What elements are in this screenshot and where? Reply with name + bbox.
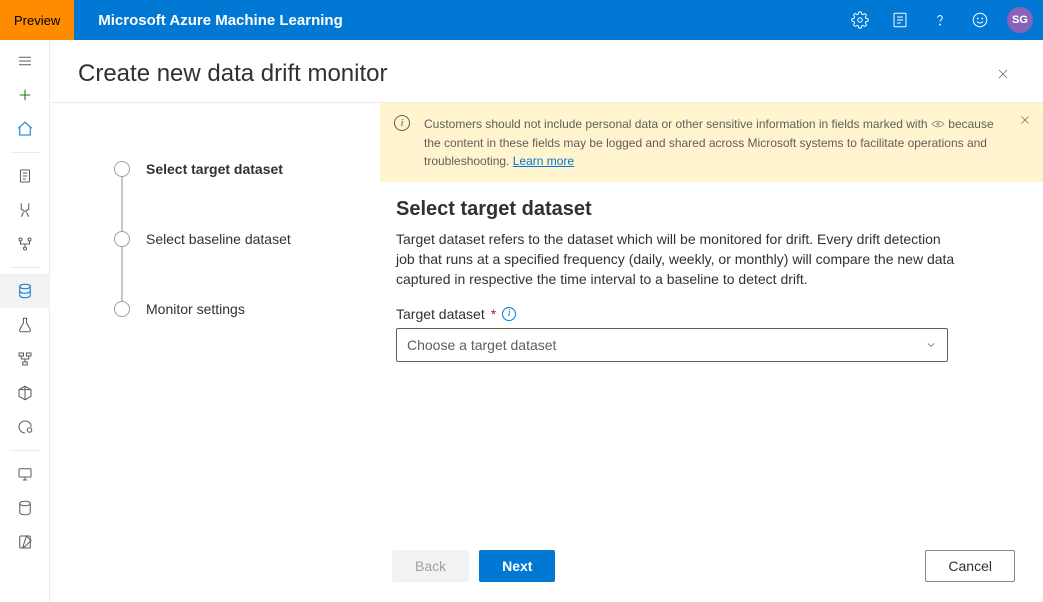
select-placeholder: Choose a target dataset xyxy=(407,337,556,353)
notice-banner: i Customers should not include personal … xyxy=(380,103,1043,182)
menu-icon[interactable] xyxy=(0,44,50,78)
step-circle-icon xyxy=(114,161,130,177)
section-title: Select target dataset xyxy=(396,198,1015,221)
home-icon[interactable] xyxy=(0,112,50,146)
panel: Create new data drift monitor Select tar… xyxy=(50,40,1043,602)
plus-icon[interactable] xyxy=(0,78,50,112)
avatar[interactable]: SG xyxy=(1007,7,1033,33)
datasets-icon[interactable] xyxy=(0,274,50,308)
info-icon[interactable]: i xyxy=(502,307,516,321)
close-icon[interactable] xyxy=(991,62,1015,86)
eye-icon xyxy=(931,116,945,134)
step-circle-icon xyxy=(114,301,130,317)
notice-close-icon[interactable] xyxy=(1019,113,1031,131)
product-title: Microsoft Azure Machine Learning xyxy=(74,12,342,29)
section-description: Target dataset refers to the dataset whi… xyxy=(396,229,956,290)
cancel-button[interactable]: Cancel xyxy=(925,550,1015,582)
next-button[interactable]: Next xyxy=(479,550,555,582)
step-connector xyxy=(121,177,123,231)
required-mark: * xyxy=(491,306,496,322)
gear-icon[interactable] xyxy=(841,0,879,40)
compute-icon[interactable] xyxy=(0,457,50,491)
experiments-icon[interactable] xyxy=(0,308,50,342)
top-bar: Preview Microsoft Azure Machine Learning… xyxy=(0,0,1043,40)
step-label: Select baseline dataset xyxy=(146,231,291,247)
smile-icon[interactable] xyxy=(961,0,999,40)
target-dataset-select[interactable]: Choose a target dataset xyxy=(396,328,948,362)
pipelines-icon[interactable] xyxy=(0,342,50,376)
automl-icon[interactable] xyxy=(0,193,50,227)
step-select-target[interactable]: Select target dataset xyxy=(114,161,360,177)
topbar-actions: SG xyxy=(841,0,1043,40)
step-label: Select target dataset xyxy=(146,161,283,177)
datastores-icon[interactable] xyxy=(0,491,50,525)
back-button: Back xyxy=(392,550,469,582)
learn-more-link[interactable]: Learn more xyxy=(513,154,574,168)
models-icon[interactable] xyxy=(0,376,50,410)
step-monitor-settings[interactable]: Monitor settings xyxy=(114,301,360,317)
wizard-steps: Select target dataset Select baseline da… xyxy=(50,103,380,602)
designer-icon[interactable] xyxy=(0,227,50,261)
chevron-down-icon xyxy=(925,339,937,351)
step-select-baseline[interactable]: Select baseline dataset xyxy=(114,231,360,247)
sidebar xyxy=(0,40,50,602)
info-icon: i xyxy=(394,115,410,131)
preview-badge: Preview xyxy=(0,0,74,40)
notebook-icon[interactable] xyxy=(0,159,50,193)
help-icon[interactable] xyxy=(921,0,959,40)
wizard-footer: Back Next Cancel xyxy=(380,538,1043,602)
step-circle-icon xyxy=(114,231,130,247)
step-label: Monitor settings xyxy=(146,301,245,317)
panel-title: Create new data drift monitor xyxy=(78,60,387,88)
step-connector xyxy=(121,247,123,301)
target-dataset-label: Target dataset * i xyxy=(396,306,1015,322)
feedback-icon[interactable] xyxy=(881,0,919,40)
endpoints-icon[interactable] xyxy=(0,410,50,444)
labeling-icon[interactable] xyxy=(0,525,50,559)
notice-text-a: Customers should not include personal da… xyxy=(424,117,931,131)
